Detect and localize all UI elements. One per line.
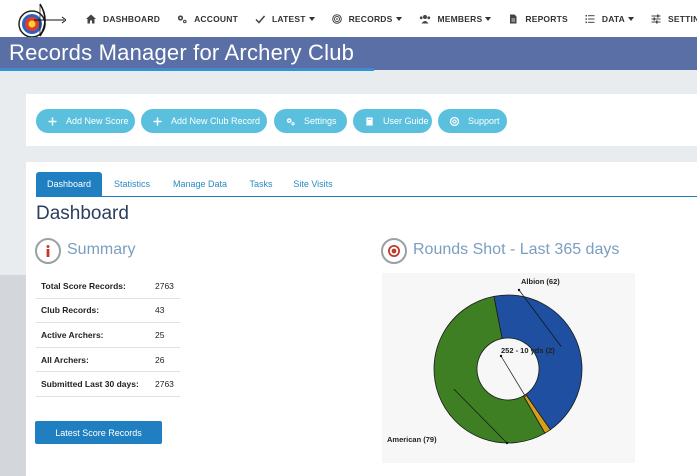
table-row: Total Score Records: 2763 — [36, 274, 180, 299]
nav-reports[interactable]: REPORTS — [508, 14, 568, 24]
row-label: Club Records: — [41, 305, 100, 316]
nav-latest[interactable]: LATEST — [255, 14, 315, 24]
nav-records[interactable]: RECORDS — [331, 13, 402, 24]
plus-icon — [48, 116, 57, 126]
summary-title: Summary — [67, 241, 136, 258]
row-label: Active Archers: — [41, 329, 104, 340]
nav-dashboard[interactable]: DASHBOARD — [86, 14, 160, 24]
rounds-donut-chart: Albion (62) 252 - 10 yds (2) American (79) — [387, 277, 583, 445]
settings-button[interactable]: Settings — [274, 109, 347, 133]
nav-latest-label: LATEST — [271, 13, 306, 24]
tab-dashboard[interactable]: Dashboard — [36, 172, 102, 196]
row-label: Submitted Last 30 days: — [41, 379, 139, 390]
leader-dot — [499, 354, 503, 358]
row-value: 2763 — [155, 379, 174, 390]
nav-data-label: DATA — [601, 13, 626, 24]
leader-dot — [505, 441, 509, 445]
tab-underline — [36, 196, 697, 197]
slice-label: American (79) — [387, 435, 437, 444]
add-new-score-label: Add New Score — [66, 116, 129, 126]
caret-down-icon — [485, 16, 492, 21]
row-label: Total Score Records: — [41, 280, 126, 291]
slice-label: Albion (62) — [521, 277, 560, 286]
row-value: 43 — [155, 305, 165, 316]
tab-site-visits[interactable]: Site Visits — [288, 172, 338, 196]
leader-line — [500, 355, 526, 398]
nav-data[interactable]: DATA — [585, 13, 635, 24]
users-icon — [419, 14, 430, 23]
latest-score-records-button[interactable]: Latest Score Records — [35, 421, 162, 444]
leader-dot — [517, 288, 521, 292]
title-banner: Records Manager for Archery Club — [0, 37, 697, 70]
tab-tasks[interactable]: Tasks — [244, 172, 278, 196]
slice-label: 252 - 10 yds (2) — [501, 346, 555, 355]
summary-table: Total Score Records: 2763 Club Records: … — [36, 274, 180, 397]
add-new-club-record-label: Add New Club Record — [171, 116, 261, 126]
cogs-icon — [286, 117, 295, 125]
nav-settings-label: SETTINGS — [668, 13, 697, 24]
caret-down-icon — [628, 16, 635, 21]
plus-icon — [153, 116, 162, 126]
table-row: All Archers: 26 — [36, 348, 180, 373]
lifebuoy-icon — [450, 116, 459, 126]
nav-members[interactable]: MEMBERS — [419, 14, 492, 24]
row-label: All Archers: — [41, 354, 89, 365]
info-icon — [35, 238, 61, 264]
user-guide-button[interactable]: User Guide — [353, 109, 432, 133]
caret-down-icon — [395, 16, 402, 21]
add-new-score-button[interactable]: Add New Score — [36, 109, 135, 133]
add-new-club-record-button[interactable]: Add New Club Record — [141, 109, 267, 133]
archery-logo-icon[interactable] — [10, 2, 66, 38]
nav-account-label: ACCOUNT — [194, 13, 238, 24]
file-icon — [510, 14, 517, 23]
rounds-title: Rounds Shot - Last 365 days — [413, 241, 620, 258]
check-icon — [255, 15, 265, 24]
settings-label: Settings — [304, 116, 337, 126]
caret-down-icon — [308, 16, 315, 21]
page-background-strip — [0, 275, 26, 476]
table-row: Active Archers: 25 — [36, 323, 180, 348]
row-value: 25 — [155, 329, 165, 340]
row-value: 2763 — [155, 280, 174, 291]
page-title: Dashboard — [36, 203, 129, 224]
list-icon — [585, 14, 595, 23]
nav-records-label: RECORDS — [348, 13, 393, 24]
nav-account[interactable]: ACCOUNT — [177, 14, 238, 24]
nav-reports-label: REPORTS — [525, 13, 568, 24]
banner-accent-line — [0, 68, 374, 71]
row-value: 26 — [155, 354, 165, 365]
cogs-icon — [177, 14, 187, 23]
book-icon — [366, 116, 373, 126]
home-icon — [86, 14, 96, 23]
sliders-icon — [651, 14, 661, 23]
nav-settings[interactable]: SETTINGS — [651, 14, 697, 24]
table-row: Club Records: 43 — [36, 299, 180, 324]
user-guide-label: User Guide — [383, 116, 429, 126]
tab-manage-data[interactable]: Manage Data — [167, 172, 233, 196]
target-icon — [331, 13, 342, 24]
table-row: Submitted Last 30 days: 2763 — [36, 372, 180, 397]
nav-members-label: MEMBERS — [437, 13, 483, 24]
support-button[interactable]: Support — [438, 109, 507, 133]
app-title: Records Manager for Archery Club — [9, 40, 355, 65]
support-label: Support — [468, 116, 500, 126]
tab-statistics[interactable]: Statistics — [108, 172, 156, 196]
target-icon — [381, 238, 407, 264]
nav-dashboard-label: DASHBOARD — [103, 13, 161, 24]
top-navbar: DASHBOARD ACCOUNT LATEST RECORDS MEMBERS… — [0, 0, 697, 38]
nav-menu: DASHBOARD ACCOUNT LATEST RECORDS MEMBERS… — [86, 0, 697, 37]
